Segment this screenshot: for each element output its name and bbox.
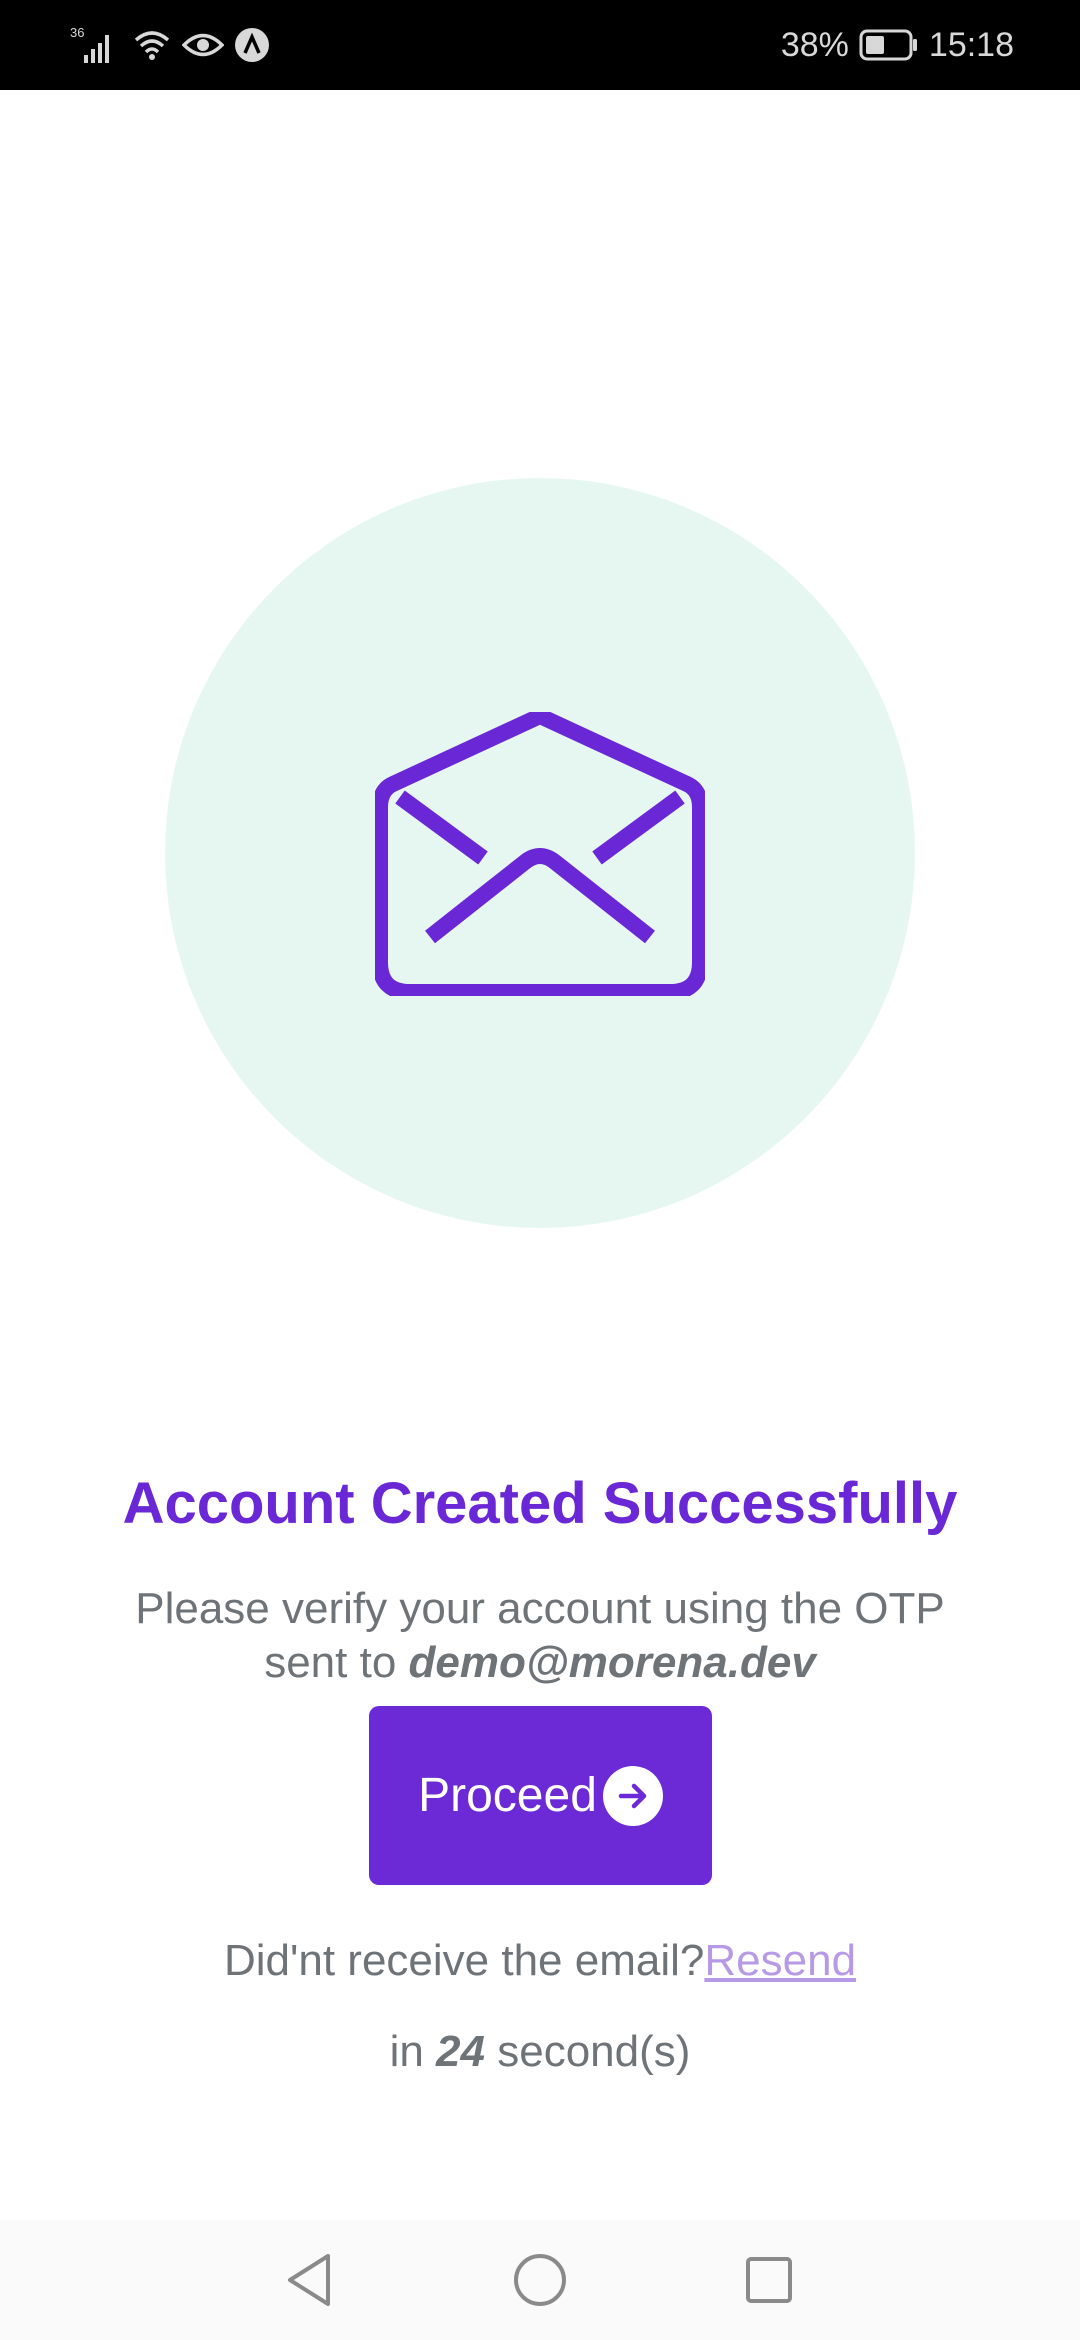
verification-message: Please verify your account using the OTP…	[90, 1582, 990, 1690]
countdown-prefix: in	[389, 2027, 424, 2076]
resend-link[interactable]: Resend	[704, 1936, 856, 1985]
page-title: Account Created Successfully	[122, 1471, 958, 1536]
status-bar: 36 38% 15:18	[0, 0, 1080, 90]
open-envelope-icon	[372, 708, 708, 1000]
countdown-value: 24	[436, 2027, 485, 2076]
status-right: 38% 15:18	[781, 22, 1014, 68]
battery-icon	[859, 29, 919, 61]
back-triangle-icon[interactable]	[277, 2248, 341, 2312]
system-nav-bar	[0, 2220, 1080, 2340]
resend-countdown: in 24 second(s)	[0, 2027, 1080, 2077]
battery-percent: 38%	[780, 25, 849, 64]
message-prefix: sent to	[264, 1638, 397, 1687]
signal-icon: 36	[70, 25, 122, 65]
resend-row: Did'nt receive the email?Resend	[0, 1936, 1080, 1986]
proceed-button[interactable]: Proceed	[369, 1706, 712, 1885]
eye-icon	[182, 30, 224, 60]
recents-square-icon[interactable]	[737, 2248, 801, 2312]
home-circle-icon[interactable]	[508, 2248, 572, 2312]
user-email: demo@morena.dev	[408, 1638, 816, 1687]
svg-text:36: 36	[70, 25, 84, 40]
proceed-label: Proceed	[418, 1769, 597, 1822]
arrow-right-circle-icon	[602, 1765, 663, 1826]
countdown-suffix: second(s)	[497, 2027, 691, 2076]
app-notification-icon	[234, 27, 270, 63]
status-left: 36	[70, 22, 270, 68]
message-line-1: Please verify your account using the OTP	[135, 1584, 945, 1633]
resend-prompt: Did'nt receive the email?	[223, 1936, 705, 1985]
wifi-icon	[132, 28, 172, 62]
clock: 15:18	[928, 25, 1014, 64]
